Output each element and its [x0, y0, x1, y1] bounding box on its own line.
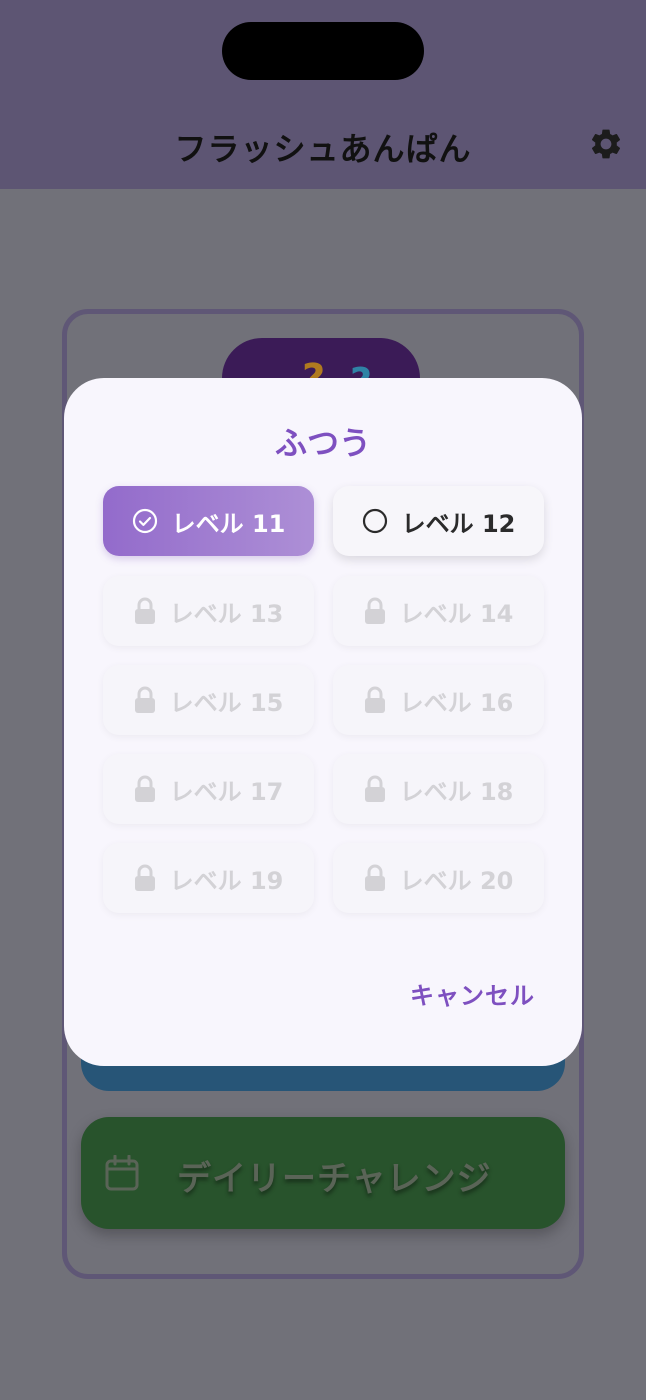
cancel-button[interactable]: キャンセル — [410, 976, 535, 1011]
app-title: フラッシュあんぱん — [174, 130, 472, 168]
level-11-button[interactable]: レベル 11 — [103, 486, 314, 556]
level-18-button: レベル 18 — [333, 754, 544, 824]
app-header: フラッシュあんぱん — [0, 0, 646, 189]
camera-notch — [222, 22, 424, 80]
level-13-button: レベル 13 — [103, 576, 314, 646]
daily-challenge-label: デイリーチャレンジ — [177, 1159, 492, 1199]
level-label: レベル 11 — [171, 509, 286, 538]
level-label: レベル 14 — [399, 599, 514, 628]
level-12-button[interactable]: レベル 12 — [333, 486, 544, 556]
lock-icon — [134, 864, 155, 891]
level-label: レベル 13 — [169, 599, 284, 628]
circle-icon — [362, 508, 387, 534]
level-label: レベル 12 — [401, 509, 516, 538]
level-label: レベル 17 — [169, 777, 284, 806]
level-14-button: レベル 14 — [333, 576, 544, 646]
level-20-button: レベル 20 — [333, 843, 544, 913]
dialog-title: ふつう — [274, 424, 371, 462]
level-select-dialog: ふつう レベル 11 レベル 12 レベル 13 レベル 14 レベル 15 レ… — [64, 378, 582, 1066]
lock-icon — [134, 775, 155, 802]
level-label: レベル 20 — [399, 866, 514, 895]
level-15-button: レベル 15 — [103, 665, 314, 735]
lock-icon — [134, 686, 155, 713]
gear-icon[interactable] — [588, 126, 624, 162]
level-17-button: レベル 17 — [103, 754, 314, 824]
lock-icon — [364, 686, 385, 713]
level-16-button: レベル 16 — [333, 665, 544, 735]
lock-icon — [364, 597, 385, 624]
level-label: レベル 15 — [169, 688, 284, 717]
level-label: レベル 18 — [399, 777, 514, 806]
level-19-button: レベル 19 — [103, 843, 314, 913]
level-label: レベル 19 — [169, 866, 284, 895]
daily-challenge-button: デイリーチャレンジ — [81, 1117, 565, 1229]
check-circle-icon — [132, 508, 157, 534]
lock-icon — [134, 597, 155, 624]
lock-icon — [364, 775, 385, 802]
level-label: レベル 16 — [399, 688, 514, 717]
lock-icon — [364, 864, 385, 891]
calendar-icon — [105, 1155, 139, 1191]
